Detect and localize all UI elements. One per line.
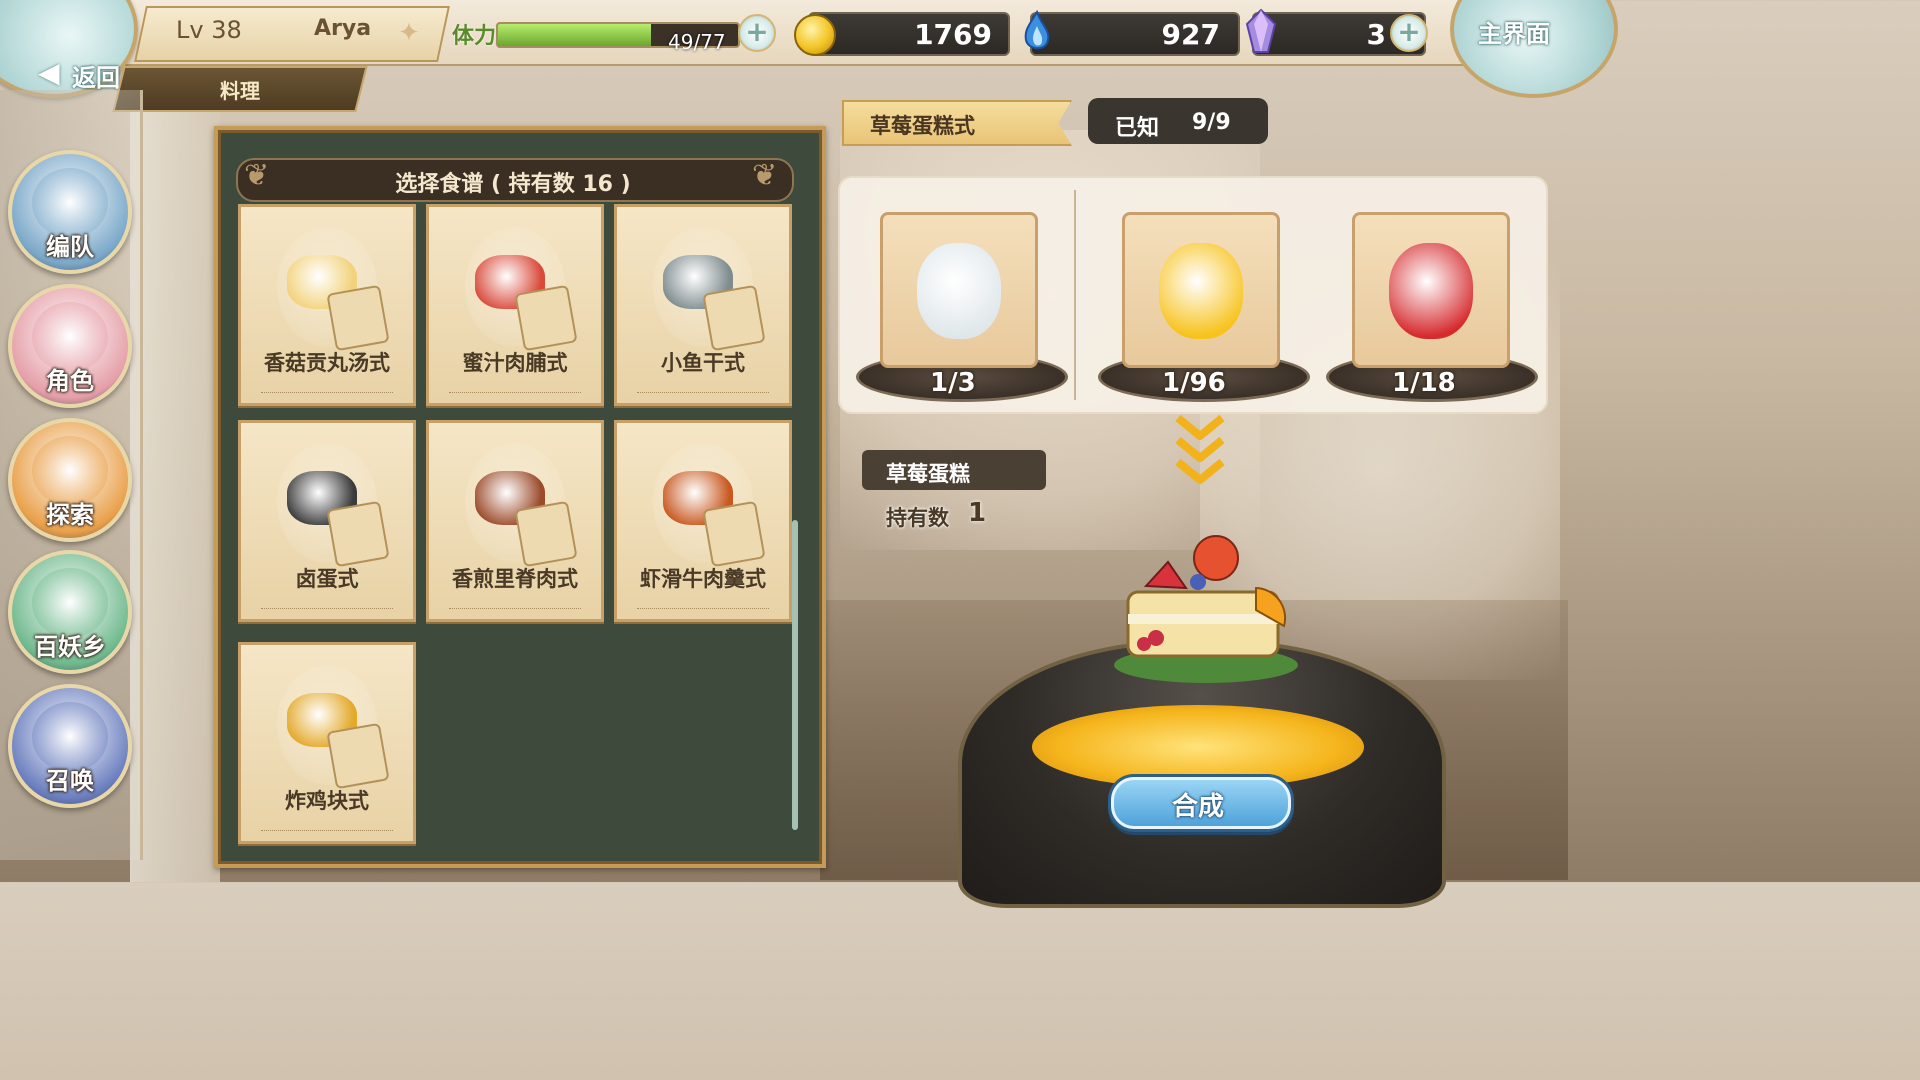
recipe-scroll-icon <box>326 500 390 568</box>
recipe-name: 香菇贡丸汤式 <box>264 351 390 375</box>
background-curtain <box>130 90 220 882</box>
recipe-list-title: 选择食谱 ( 持有数 16 ) <box>395 172 631 197</box>
recipe-name: 香煎里脊肉式 <box>452 567 578 591</box>
strawberry-cake-icon <box>1114 535 1298 683</box>
add-stamina-button[interactable]: + <box>738 14 776 52</box>
sparkle-icon: ✦ <box>398 18 420 48</box>
recipe-card[interactable]: 香菇贡丸汤式 <box>238 204 416 406</box>
milk-jar-icon <box>917 243 1001 339</box>
strawberry-icon <box>1389 243 1473 339</box>
owned-value: 1 <box>968 498 987 528</box>
recipe-card[interactable]: 卤蛋式 <box>238 420 416 622</box>
recipe-scroll-icon <box>702 284 766 352</box>
recipe-name: 卤蛋式 <box>295 567 359 591</box>
ingredient-card[interactable] <box>1352 212 1510 368</box>
recipe-list-scrollbar[interactable] <box>792 520 798 830</box>
stamina-value: 49/77 <box>668 30 726 54</box>
recipe-name: 小鱼干式 <box>661 351 745 375</box>
home-label: 主界面 <box>1478 20 1550 48</box>
nav-label: 百妖乡 <box>34 633 106 661</box>
gold-coin-icon <box>794 14 836 56</box>
recipe-scroll-icon <box>702 500 766 568</box>
recipe-card[interactable]: 小鱼干式 <box>614 204 792 406</box>
result-name: 草莓蛋糕 <box>886 462 970 486</box>
known-value: 9/9 <box>1192 110 1231 135</box>
back-arrow-icon: ◀ <box>38 56 60 89</box>
crystal-value: 3 <box>1366 18 1386 51</box>
craft-label: 合成 <box>1171 792 1224 822</box>
ingredient-card[interactable] <box>1122 212 1280 368</box>
section-title: 料理 <box>220 79 260 103</box>
ingredients-divider <box>1074 190 1076 400</box>
nav-party-button[interactable]: 编队 <box>8 150 132 274</box>
down-chevron-icon <box>1175 414 1225 484</box>
recipe-card[interactable]: 虾滑牛肉羹式 <box>614 420 792 622</box>
gold-value: 1769 <box>914 18 992 51</box>
stamina-label: 体力 <box>452 24 497 49</box>
player-level: Lv 38 <box>176 16 242 44</box>
ingredient-count: 1/18 <box>1392 368 1456 398</box>
recipe-card[interactable]: 蜜汁肉脯式 <box>426 204 604 406</box>
player-name: Arya <box>314 16 372 41</box>
gem-value: 927 <box>1161 18 1220 51</box>
recipe-scroll-icon <box>326 722 390 790</box>
add-crystal-button[interactable]: + <box>1390 14 1428 52</box>
recipe-name: 蜜汁肉脯式 <box>462 351 568 375</box>
nav-village-button[interactable]: 百妖乡 <box>8 550 132 674</box>
crystal-icon <box>1245 8 1277 53</box>
nav-label: 角色 <box>46 367 94 395</box>
recipe-scroll-icon <box>326 284 390 352</box>
ingredient-count: 1/96 <box>1162 368 1226 398</box>
ingredient-card[interactable] <box>880 212 1038 368</box>
ingredient-count: 1/3 <box>930 368 976 398</box>
nav-label: 编队 <box>46 233 94 261</box>
back-label: 返回 <box>72 64 120 92</box>
recipe-scroll-icon <box>514 284 578 352</box>
dish-title: 草莓蛋糕式 <box>870 114 975 138</box>
nav-character-button[interactable]: 角色 <box>8 284 132 408</box>
recipe-scroll-icon <box>514 500 578 568</box>
stamina-bar-fill <box>498 24 651 46</box>
known-label: 已知 <box>1115 116 1160 141</box>
recipe-name: 虾滑牛肉羹式 <box>640 567 766 591</box>
nav-summon-button[interactable]: 召唤 <box>8 684 132 808</box>
nav-label: 探索 <box>46 501 94 529</box>
fried-egg-icon <box>1159 243 1243 339</box>
owned-label: 持有数 <box>886 506 949 530</box>
nav-explore-button[interactable]: 探索 <box>8 418 132 542</box>
recipe-card[interactable]: 炸鸡块式 <box>238 642 416 844</box>
recipe-card[interactable]: 香煎里脊肉式 <box>426 420 604 622</box>
recipe-name: 炸鸡块式 <box>285 789 369 813</box>
nav-label: 召唤 <box>46 767 94 795</box>
blue-flame-gem-icon <box>1024 10 1050 50</box>
